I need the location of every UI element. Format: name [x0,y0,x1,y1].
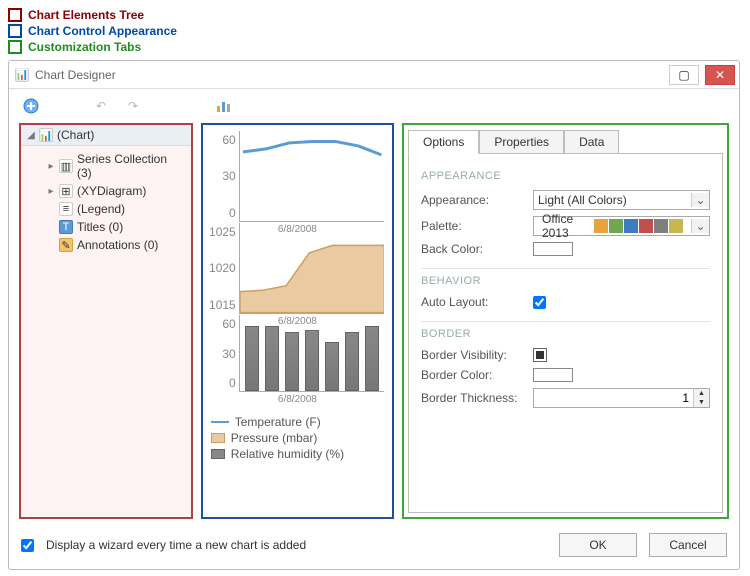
preview-area-chart: 102510201015 6/8/2008 [211,223,384,313]
footer: Display a wizard every time a new chart … [9,525,739,569]
legend-icon: ≡ [59,202,73,216]
border-thickness-label: Border Thickness: [421,391,525,405]
border-color-swatch[interactable] [533,368,573,382]
diagram-icon: ⊞ [59,184,73,198]
chevron-down-icon: ⌄ [691,219,709,233]
undo-button[interactable]: ↶ [89,95,113,117]
section-border: BORDER [421,328,710,340]
backcolor-label: Back Color: [421,242,525,256]
border-visibility-checkbox[interactable] [533,348,547,362]
tree-item-titles[interactable]: TTitles (0) [23,218,189,236]
autolayout-checkbox[interactable] [533,296,546,309]
tab-data[interactable]: Data [564,130,619,154]
chevron-down-icon: ⌄ [691,193,709,207]
chart-icon: 📊 [39,128,53,142]
series-icon: ▥ [59,159,73,173]
border-color-label: Border Color: [421,368,525,382]
palette-dropdown[interactable]: Office 2013 ⌄ [533,216,710,236]
tree-item-legend[interactable]: ≡(Legend) [23,200,189,218]
close-button[interactable]: ✕ [705,65,735,85]
preview-legend: Temperature (F) Pressure (mbar) Relative… [211,413,384,463]
tree-item-xydiagram[interactable]: ▸⊞(XYDiagram) [23,182,189,200]
backcolor-swatch[interactable] [533,242,573,256]
preview-bar-chart: 60300 6/8/2008 [211,315,384,405]
appearance-label: Appearance: [421,193,525,207]
palette-label: Palette: [421,219,525,233]
chart-designer-window: 📊 Chart Designer ▢ ✕ ↶ ↷ ◢📊 (Chart) ▸▥Se… [8,60,740,570]
spin-up-icon[interactable]: ▲ [693,389,709,398]
maximize-button[interactable]: ▢ [669,65,699,85]
appearance-dropdown[interactable]: Light (All Colors)⌄ [533,190,710,210]
border-visibility-label: Border Visibility: [421,348,525,362]
window-title: Chart Designer [35,68,663,82]
customization-tabs: Options Properties Data APPEARANCE Appea… [402,123,729,519]
tree-root[interactable]: ◢📊 (Chart) [21,125,191,146]
page-legend: Chart Elements Tree Chart Control Appear… [8,8,742,54]
tree-item-series[interactable]: ▸▥Series Collection (3) [23,150,189,182]
add-button[interactable] [19,95,43,117]
ok-button[interactable]: OK [559,533,637,557]
tree-item-annotations[interactable]: ✎Annotations (0) [23,236,189,254]
spin-down-icon[interactable]: ▼ [693,398,709,407]
tab-properties[interactable]: Properties [479,130,564,154]
cancel-button[interactable]: Cancel [649,533,727,557]
redo-button[interactable]: ↷ [121,95,145,117]
border-thickness-input[interactable]: ▲▼ [533,388,710,408]
toolbar: ↶ ↷ [9,89,739,123]
chart-elements-tree: ◢📊 (Chart) ▸▥Series Collection (3) ▸⊞(XY… [19,123,193,519]
autolayout-label: Auto Layout: [421,295,525,309]
titles-icon: T [59,220,73,234]
section-behavior: BEHAVIOR [421,275,710,287]
chart-type-button[interactable] [211,95,235,117]
legend-tabs: Customization Tabs [28,40,141,54]
titlebar: 📊 Chart Designer ▢ ✕ [9,61,739,89]
legend-appearance: Chart Control Appearance [28,24,177,38]
chart-preview: 60300 6/8/2008 102510201015 6/8/2008 603… [201,123,394,519]
annotations-icon: ✎ [59,238,73,252]
wizard-checkbox[interactable] [21,539,34,552]
legend-tree: Chart Elements Tree [28,8,144,22]
tab-options[interactable]: Options [408,130,479,154]
preview-line-chart: 60300 6/8/2008 [211,131,384,221]
wizard-label: Display a wizard every time a new chart … [46,538,306,552]
section-appearance: APPEARANCE [421,170,710,182]
app-icon: 📊 [15,68,29,82]
